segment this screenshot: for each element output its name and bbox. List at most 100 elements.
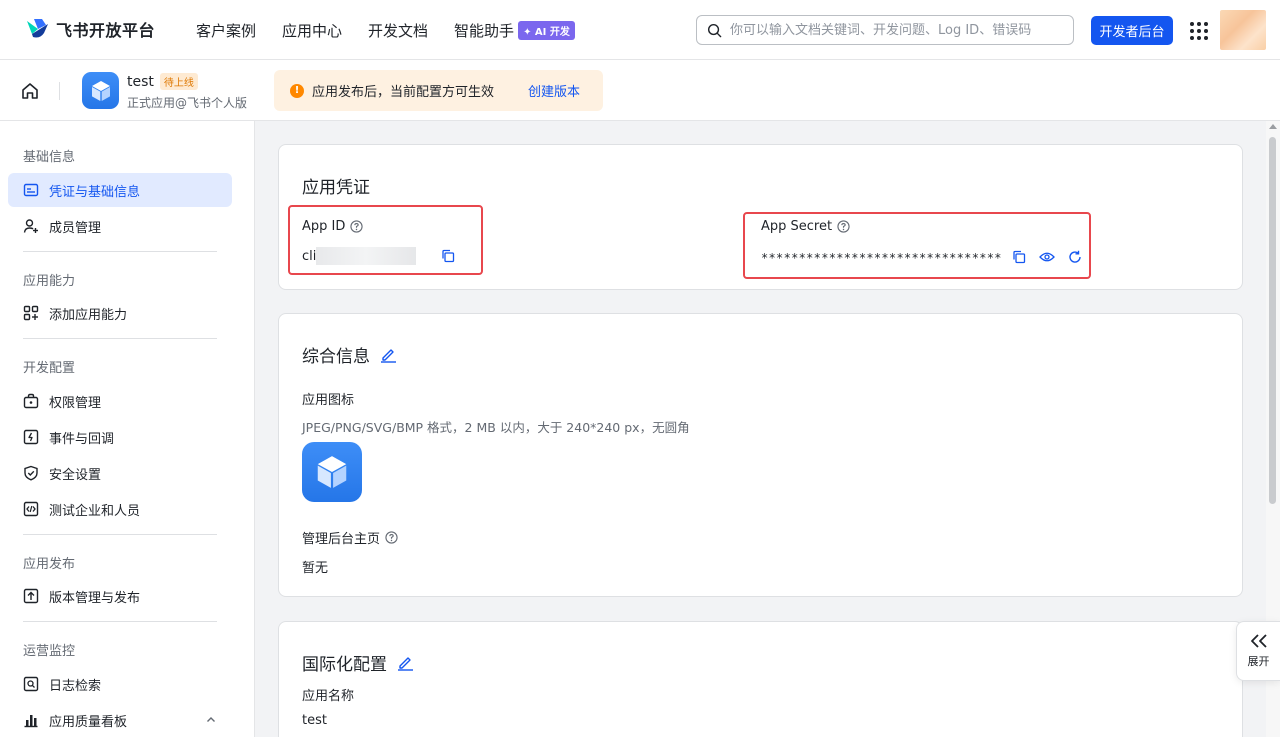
sidebar-item-add-capability[interactable]: 添加应用能力 bbox=[8, 296, 232, 330]
section-title-text: 国际化配置 bbox=[302, 655, 387, 675]
sidebar-item-label: 应用质量看板 bbox=[49, 714, 128, 730]
sidebar-item-label: 测试企业和人员 bbox=[49, 503, 141, 519]
chevron-up-icon[interactable] bbox=[206, 715, 216, 725]
help-icon[interactable] bbox=[350, 220, 364, 233]
event-icon bbox=[23, 429, 39, 445]
upload-icon bbox=[23, 588, 39, 604]
help-icon[interactable] bbox=[837, 220, 850, 233]
sidebar-item-test-org[interactable]: 测试企业和人员 bbox=[8, 492, 232, 526]
app-icon-preview[interactable] bbox=[302, 442, 362, 502]
scroll-up-arrow-icon[interactable] bbox=[1269, 124, 1277, 129]
sidebar-item-security[interactable]: 安全设置 bbox=[8, 456, 232, 490]
create-version-link[interactable]: 创建版本 bbox=[528, 81, 580, 100]
eye-icon[interactable] bbox=[1039, 250, 1055, 264]
app-header: test 待上线 正式应用@飞书个人版 ! 应用发布后，当前配置方可生效 创建版… bbox=[0, 60, 1280, 121]
app-name-value: test bbox=[302, 713, 327, 728]
app-name-label: 应用名称 bbox=[302, 689, 355, 704]
credential-icon bbox=[23, 183, 39, 197]
divider bbox=[23, 534, 217, 535]
feishu-logo-icon bbox=[27, 19, 48, 38]
add-capability-icon bbox=[23, 305, 39, 321]
section-title-text: 综合信息 bbox=[302, 347, 370, 367]
app-icon-label: 应用图标 bbox=[302, 393, 355, 408]
expand-button[interactable]: 展开 bbox=[1236, 621, 1280, 681]
nav-customer-cases[interactable]: 客户案例 bbox=[196, 20, 256, 41]
edit-icon[interactable] bbox=[397, 654, 414, 671]
expand-label: 展开 bbox=[1247, 655, 1270, 668]
refresh-icon[interactable] bbox=[1068, 250, 1082, 264]
sidebar-group-basic: 基础信息 bbox=[23, 150, 76, 165]
help-icon[interactable] bbox=[385, 531, 398, 544]
app-id-label: App ID bbox=[302, 219, 364, 234]
ai-dev-badge: ✦ AI 开发 bbox=[518, 20, 575, 40]
app-name-text: test bbox=[127, 73, 154, 90]
apps-grid-icon[interactable] bbox=[1190, 22, 1208, 40]
code-icon bbox=[23, 501, 39, 517]
divider bbox=[23, 251, 217, 252]
section-title: 应用凭证 bbox=[302, 178, 370, 198]
cube-icon bbox=[91, 80, 110, 101]
app-subtitle: 正式应用@飞书个人版 bbox=[127, 96, 248, 110]
sidebar-item-permissions[interactable]: 权限管理 bbox=[8, 384, 232, 418]
divider bbox=[59, 82, 60, 100]
divider bbox=[23, 338, 217, 339]
chart-icon bbox=[24, 715, 38, 728]
sidebar-item-versions[interactable]: 版本管理与发布 bbox=[8, 579, 232, 613]
search-box[interactable] bbox=[696, 15, 1074, 45]
nav-dev-docs[interactable]: 开发文档 bbox=[368, 20, 428, 41]
top-navbar: 飞书开放平台 客户案例 应用中心 开发文档 智能助手 ✦ AI 开发 开发者后台 bbox=[0, 0, 1280, 60]
app-secret-label-text: App Secret bbox=[761, 219, 833, 234]
credentials-card: 应用凭证 App ID cli App Secret *************… bbox=[278, 144, 1243, 290]
sidebar-item-quality-board[interactable]: 应用质量看板 bbox=[8, 703, 232, 737]
app-secret-value: ******************************** bbox=[761, 251, 1002, 265]
homepage-label-text: 管理后台主页 bbox=[302, 532, 381, 547]
sidebar-item-members[interactable]: 成员管理 bbox=[8, 209, 232, 243]
app-id-text: cli bbox=[302, 248, 317, 264]
home-icon[interactable] bbox=[20, 81, 40, 101]
user-avatar[interactable] bbox=[1220, 10, 1266, 50]
nav-ai-assistant[interactable]: 智能助手 ✦ AI 开发 bbox=[454, 20, 575, 41]
copy-icon[interactable] bbox=[1012, 250, 1026, 264]
brand-logo[interactable]: 飞书开放平台 bbox=[24, 17, 155, 41]
cube-icon bbox=[317, 456, 347, 488]
sidebar-group-ops: 运营监控 bbox=[23, 644, 76, 659]
general-info-card: 综合信息 应用图标 JPEG/PNG/SVG/BMP 格式，2 MB 以内，大于… bbox=[278, 313, 1243, 597]
copy-icon[interactable] bbox=[441, 249, 455, 263]
search-input[interactable] bbox=[730, 22, 1060, 38]
app-id-value: cli bbox=[302, 247, 417, 265]
redacted-mask bbox=[316, 247, 417, 265]
app-icon-hint: JPEG/PNG/SVG/BMP 格式，2 MB 以内，大于 240*240 p… bbox=[302, 420, 690, 435]
sidebar-item-label: 日志检索 bbox=[49, 678, 102, 694]
nav-ai-assistant-label: 智能助手 bbox=[454, 21, 515, 40]
sidebar-item-label: 成员管理 bbox=[49, 220, 102, 236]
warning-icon: ! bbox=[290, 83, 304, 98]
developer-console-button[interactable]: 开发者后台 bbox=[1091, 16, 1173, 45]
sidebar-item-log-search[interactable]: 日志检索 bbox=[8, 667, 232, 701]
divider bbox=[23, 621, 217, 622]
sidebar-group-publish: 应用发布 bbox=[23, 557, 76, 572]
brand-name: 飞书开放平台 bbox=[56, 21, 156, 40]
member-add-icon bbox=[23, 219, 38, 233]
edit-icon[interactable] bbox=[380, 346, 397, 363]
app-name: test 待上线 bbox=[127, 73, 198, 90]
scrollbar-thumb[interactable] bbox=[1269, 137, 1276, 504]
app-id-label-text: App ID bbox=[302, 219, 346, 234]
sidebar-item-credentials[interactable]: 凭证与基础信息 bbox=[8, 173, 232, 207]
i18n-card: 国际化配置 应用名称 test bbox=[278, 621, 1243, 737]
shield-icon bbox=[24, 465, 38, 481]
sidebar-item-events[interactable]: 事件与回调 bbox=[8, 420, 232, 454]
sidebar-group-capability: 应用能力 bbox=[23, 274, 76, 289]
section-title: 综合信息 bbox=[302, 342, 397, 367]
double-chevron-left-icon bbox=[1250, 634, 1267, 648]
app-secret-label: App Secret bbox=[761, 219, 850, 234]
nav-app-center[interactable]: 应用中心 bbox=[282, 20, 342, 41]
section-title: 国际化配置 bbox=[302, 650, 414, 675]
permission-icon bbox=[23, 393, 39, 409]
sidebar-item-label: 权限管理 bbox=[49, 395, 102, 411]
sidebar-group-dev-config: 开发配置 bbox=[23, 361, 76, 376]
publish-notice: ! 应用发布后，当前配置方可生效 创建版本 bbox=[274, 70, 603, 111]
notice-text: 应用发布后，当前配置方可生效 bbox=[312, 85, 495, 100]
sidebar-item-label: 安全设置 bbox=[49, 467, 102, 483]
main-content: 应用凭证 App ID cli App Secret *************… bbox=[256, 121, 1266, 737]
homepage-value: 暂无 bbox=[302, 561, 329, 576]
